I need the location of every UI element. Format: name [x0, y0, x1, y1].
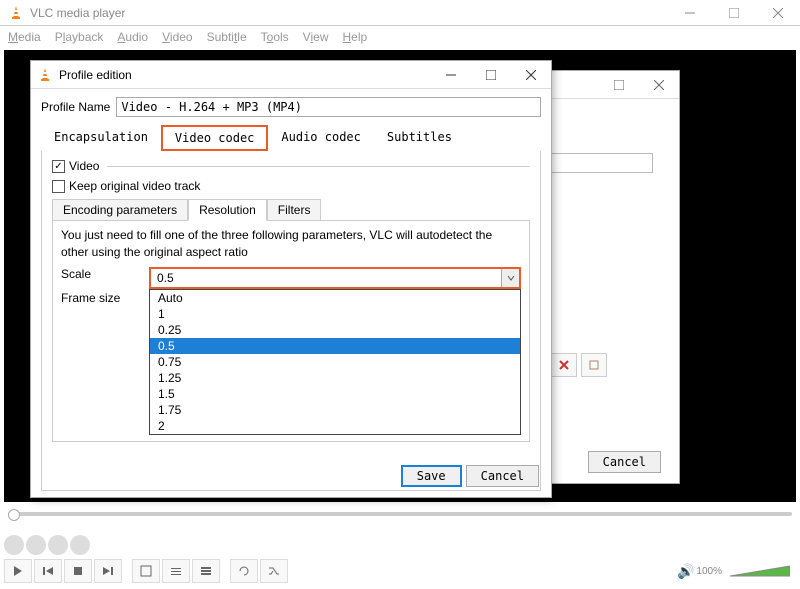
dropdown-option[interactable]: 0.75 — [150, 354, 520, 370]
delete-profile-button[interactable] — [551, 353, 577, 377]
scale-label: Scale — [61, 267, 133, 281]
keep-original-label: Keep original video track — [69, 179, 200, 193]
video-subtabs: Encoding parameters Resolution Filters — [52, 199, 530, 220]
video-checkbox-label: Video — [69, 159, 99, 173]
secondary-toolbar — [4, 533, 790, 557]
subtab-filters[interactable]: Filters — [267, 199, 322, 220]
window-title: VLC media player — [30, 6, 668, 20]
fullscreen-button[interactable] — [132, 559, 160, 583]
codec-tabs: Encapsulation Video codec Audio codec Su… — [31, 121, 551, 151]
scale-value: 0.5 — [151, 269, 501, 287]
cancel-button[interactable]: Cancel — [588, 451, 661, 473]
maximize-button[interactable] — [599, 71, 639, 99]
maximize-button[interactable] — [712, 0, 756, 26]
menu-audio[interactable]: Audio — [117, 30, 148, 44]
dropdown-option[interactable]: 2 — [150, 418, 520, 434]
keep-original-checkbox[interactable] — [52, 180, 65, 193]
dropdown-option[interactable]: Auto — [150, 290, 520, 306]
profile-dialog: Profile edition Profile Name Encapsulati… — [30, 60, 552, 498]
next-button[interactable] — [94, 559, 122, 583]
prev-button[interactable] — [34, 559, 62, 583]
dropdown-option[interactable]: 1.5 — [150, 386, 520, 402]
tab-video-codec[interactable]: Video codec — [161, 125, 268, 151]
volume-icon[interactable]: 🔊 — [677, 563, 694, 580]
play-button[interactable] — [4, 559, 32, 583]
maximize-button[interactable] — [471, 61, 511, 89]
playback-controls: 🔊 100% — [4, 557, 790, 585]
circ-btn-1[interactable] — [4, 535, 24, 555]
subtab-encoding[interactable]: Encoding parameters — [52, 199, 188, 220]
stop-button[interactable] — [64, 559, 92, 583]
menu-playback[interactable]: Playback — [55, 30, 104, 44]
cancel-button[interactable]: Cancel — [466, 465, 539, 487]
profile-name-input[interactable] — [116, 97, 541, 117]
dropdown-option[interactable]: 0.25 — [150, 322, 520, 338]
volume-slider[interactable] — [730, 564, 790, 578]
window-buttons — [668, 0, 800, 26]
dropdown-option[interactable]: 1 — [150, 306, 520, 322]
scale-dropdown: Auto 1 0.25 0.5 0.75 1.25 1.5 1.75 2 — [149, 289, 521, 435]
circ-btn-4[interactable] — [70, 535, 90, 555]
dropdown-option[interactable]: 1.75 — [150, 402, 520, 418]
close-button[interactable] — [511, 61, 551, 89]
shuffle-button[interactable] — [260, 559, 288, 583]
vlc-icon — [8, 5, 24, 21]
frame-size-label: Frame size — [61, 291, 133, 305]
profile-name-label: Profile Name — [41, 100, 110, 114]
minimize-button[interactable] — [668, 0, 712, 26]
vlc-icon — [37, 67, 53, 83]
playlist-button[interactable] — [192, 559, 220, 583]
circ-btn-2[interactable] — [26, 535, 46, 555]
menu-tools[interactable]: Tools — [261, 30, 289, 44]
new-profile-button[interactable] — [581, 353, 607, 377]
menu-view[interactable]: View — [303, 30, 329, 44]
resolution-hint: You just need to fill one of the three f… — [61, 227, 521, 261]
menu-media[interactable]: Media — [8, 30, 41, 44]
menu-help[interactable]: Help — [342, 30, 367, 44]
chevron-down-icon[interactable] — [501, 269, 519, 287]
menu-video[interactable]: Video — [162, 30, 192, 44]
close-button[interactable] — [639, 71, 679, 99]
menubar: Media Playback Audio Video Subtitle Tool… — [0, 26, 800, 48]
loop-button[interactable] — [230, 559, 258, 583]
minimize-button[interactable] — [431, 61, 471, 89]
ext-settings-button[interactable] — [162, 559, 190, 583]
main-titlebar: VLC media player — [0, 0, 800, 26]
dialog-title: Profile edition — [59, 68, 431, 82]
circ-btn-3[interactable] — [48, 535, 68, 555]
video-checkbox[interactable]: ✓ — [52, 160, 65, 173]
tab-encapsulation[interactable]: Encapsulation — [41, 125, 161, 151]
progress-bar[interactable] — [8, 508, 792, 520]
subtab-resolution[interactable]: Resolution — [188, 199, 267, 221]
menu-subtitle[interactable]: Subtitle — [207, 30, 247, 44]
close-button[interactable] — [756, 0, 800, 26]
tab-audio-codec[interactable]: Audio codec — [268, 125, 373, 151]
dropdown-option[interactable]: 0.5 — [150, 338, 520, 354]
volume-percent: 100% — [696, 566, 722, 577]
scale-combobox[interactable]: 0.5 — [149, 267, 521, 289]
profile-dialog-titlebar: Profile edition — [31, 61, 551, 89]
tab-subtitles[interactable]: Subtitles — [374, 125, 465, 151]
save-button[interactable]: Save — [401, 465, 462, 487]
dropdown-option[interactable]: 1.25 — [150, 370, 520, 386]
